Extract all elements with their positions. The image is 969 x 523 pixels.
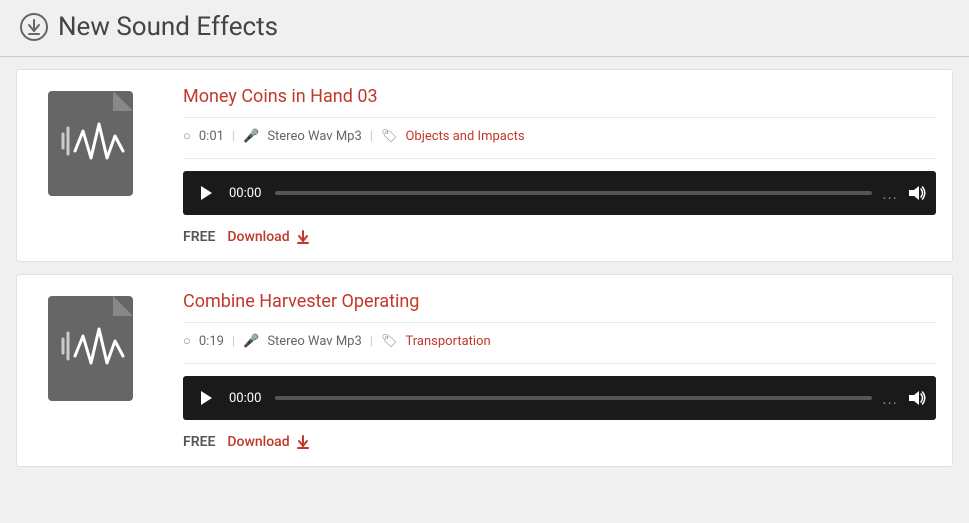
sound-title-1[interactable]: Money Coins in Hand 03 [183,86,936,118]
download-row-1: FREE Download [183,229,936,245]
card-body-2: Combine Harvester Operating ○ 0:19 | 🎤 S… [183,291,936,450]
progress-bar-container-2[interactable] [275,396,872,400]
sound-card-2: Combine Harvester Operating ○ 0:19 | 🎤 S… [16,274,953,467]
sound-meta-1: ○ 0:01 | 🎤 Stereo Wav Mp3 | 🏷 Objects an… [183,128,936,159]
sound-format-1: Stereo Wav Mp3 [267,129,361,144]
download-row-2: FREE Download [183,434,936,450]
sound-category-1[interactable]: Objects and Impacts [405,129,524,144]
play-button-2[interactable] [193,385,219,411]
page-header: New Sound Effects [0,0,969,56]
card-body-1: Money Coins in Hand 03 ○ 0:01 | 🎤 Stereo… [183,86,936,245]
mic-icon-1: 🎤 [243,129,259,144]
sound-file-icon-1 [33,86,163,216]
sep-4: | [370,334,373,349]
page-title: New Sound Effects [58,12,278,42]
sep-2: | [370,129,373,144]
sound-list: Money Coins in Hand 03 ○ 0:01 | 🎤 Stereo… [0,57,969,479]
sep-1: | [232,129,235,144]
mic-icon-2: 🎤 [243,334,259,349]
play-icon-1 [199,185,213,201]
time-display-1: 00:00 [229,186,265,201]
audio-player-1: 00:00 ... [183,171,936,215]
sound-format-2: Stereo Wav Mp3 [267,334,361,349]
volume-icon-2 [908,390,926,406]
sound-category-2[interactable]: Transportation [405,334,490,349]
free-label-1: FREE [183,229,215,245]
download-link-2[interactable]: Download [227,434,310,450]
player-dots-1[interactable]: ... [882,184,898,203]
progress-bar-container-1[interactable] [275,191,872,195]
play-icon-2 [199,390,213,406]
sep-3: | [232,334,235,349]
download-circle-icon [20,13,48,41]
download-label-1: Download [227,229,289,245]
volume-button-2[interactable] [908,390,926,406]
sound-file-icon-2 [33,291,163,421]
tag-icon-1: 🏷 [381,129,398,144]
sound-card-1: Money Coins in Hand 03 ○ 0:01 | 🎤 Stereo… [16,69,953,262]
play-button-1[interactable] [193,180,219,206]
time-display-2: 00:00 [229,391,265,406]
volume-button-1[interactable] [908,185,926,201]
audio-player-2: 00:00 ... [183,376,936,420]
volume-icon-1 [908,185,926,201]
download-icon-2 [295,434,311,450]
sound-duration-1: 0:01 [199,129,224,144]
sound-title-2[interactable]: Combine Harvester Operating [183,291,936,323]
tag-icon-2: 🏷 [381,334,398,349]
sound-duration-2: 0:19 [199,334,224,349]
clock-icon-1: ○ [183,128,191,144]
free-label-2: FREE [183,434,215,450]
player-dots-2[interactable]: ... [882,389,898,408]
sound-meta-2: ○ 0:19 | 🎤 Stereo Wav Mp3 | 🏷 Transporta… [183,333,936,364]
download-label-2: Download [227,434,289,450]
clock-icon-2: ○ [183,333,191,349]
download-link-1[interactable]: Download [227,229,310,245]
download-icon-1 [295,229,311,245]
